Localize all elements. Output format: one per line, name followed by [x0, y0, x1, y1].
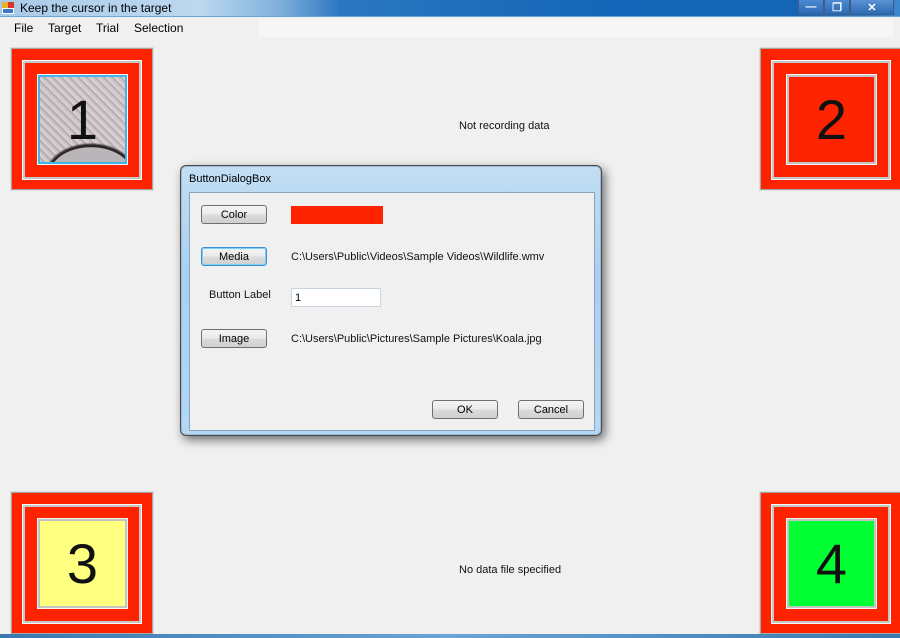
target-2-button[interactable]: 2	[786, 74, 877, 165]
maximize-icon: ❐	[832, 1, 842, 14]
menu-bar: File Target Trial Selection	[0, 17, 900, 39]
color-swatch	[291, 206, 383, 224]
target-1-ring: 1	[22, 60, 142, 180]
dialog-body: Color Media C:\Users\Public\Videos\Sampl…	[189, 192, 595, 431]
maximize-button[interactable]: ❐	[824, 0, 850, 15]
button-dialog: ButtonDialogBox Color Media C:\Users\Pub…	[180, 165, 602, 436]
color-button[interactable]: Color	[201, 205, 267, 224]
target-3-ring: 3	[22, 504, 142, 624]
target-4-ring: 4	[771, 504, 891, 624]
dialog-title: ButtonDialogBox	[189, 173, 271, 185]
minimize-icon: —	[805, 1, 817, 13]
close-icon: ✕	[867, 1, 877, 14]
window-title: Keep the cursor in the target	[20, 1, 172, 15]
target-3[interactable]: 3	[10, 491, 154, 635]
button-label-input[interactable]	[291, 288, 381, 307]
button-label-label: Button Label	[209, 289, 271, 301]
menu-trial[interactable]: Trial	[96, 21, 119, 35]
target-2-ring: 2	[771, 60, 891, 180]
target-3-button[interactable]: 3	[37, 518, 128, 609]
media-button[interactable]: Media	[201, 247, 267, 266]
target-4-button[interactable]: 4	[786, 518, 877, 609]
taskbar-edge	[0, 634, 900, 638]
menu-file[interactable]: File	[14, 21, 33, 35]
ok-button[interactable]: OK	[432, 400, 498, 419]
target-1-button[interactable]: 1	[37, 74, 128, 165]
target-1[interactable]: 1	[10, 47, 154, 191]
target-2[interactable]: 2	[759, 47, 900, 191]
title-bar[interactable]: Keep the cursor in the target — ❐ ✕	[0, 0, 900, 17]
menu-target[interactable]: Target	[48, 21, 81, 35]
data-file-status: No data file specified	[459, 564, 562, 576]
app-icon	[2, 2, 15, 14]
menu-selection[interactable]: Selection	[134, 21, 183, 35]
cancel-button[interactable]: Cancel	[518, 400, 584, 419]
media-path: C:\Users\Public\Videos\Sample Videos\Wil…	[291, 251, 545, 263]
close-button[interactable]: ✕	[850, 0, 894, 15]
recording-status: Not recording data	[459, 120, 550, 132]
application-window: Keep the cursor in the target — ❐ ✕ File…	[0, 0, 900, 638]
target-4[interactable]: 4	[759, 491, 900, 635]
minimize-button[interactable]: —	[798, 0, 824, 15]
image-path: C:\Users\Public\Pictures\Sample Pictures…	[291, 333, 542, 345]
menu-bar-fill	[258, 19, 893, 37]
image-button[interactable]: Image	[201, 329, 267, 348]
